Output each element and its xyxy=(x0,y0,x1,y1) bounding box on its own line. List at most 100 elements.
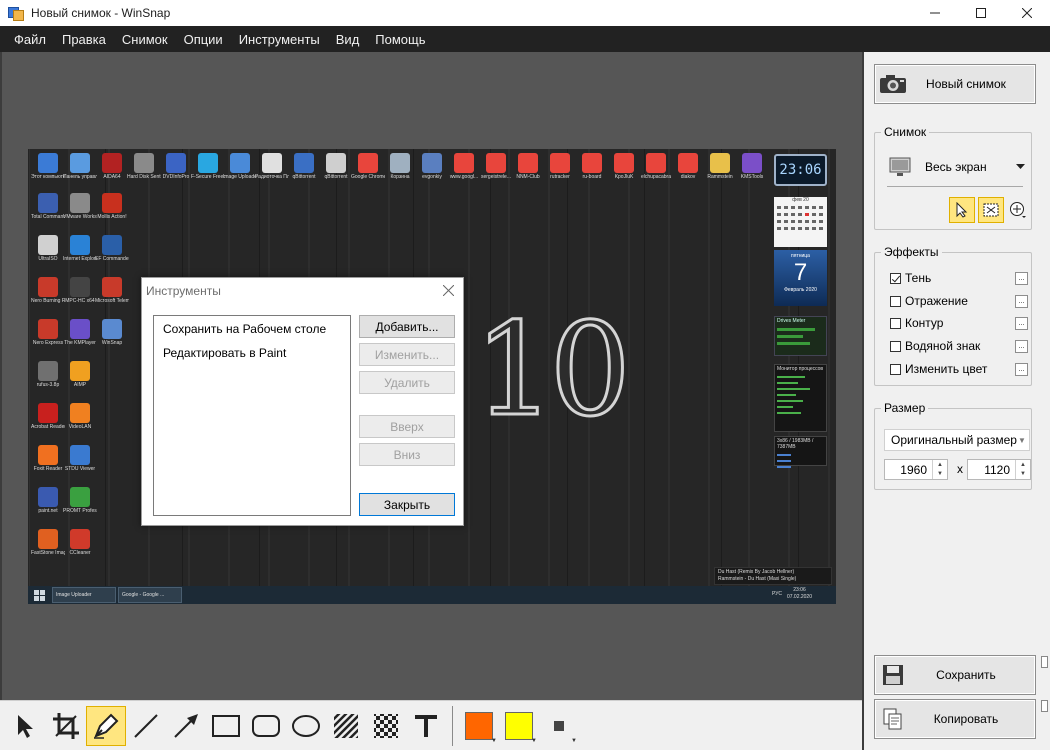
desktop-icon[interactable]: evgonkiy xyxy=(415,153,449,180)
move-up-button[interactable]: Вверх xyxy=(359,415,455,438)
desktop-icon[interactable]: Rammstein xyxy=(703,153,737,180)
menu-file[interactable]: Файл xyxy=(6,32,54,47)
desktop-icon[interactable]: UltraISO xyxy=(31,235,65,262)
close-window-button[interactable] xyxy=(1004,0,1050,26)
menu-options[interactable]: Опции xyxy=(176,32,231,47)
effect-watermark[interactable]: Водяной знак ... xyxy=(890,337,1028,355)
list-item[interactable]: Редактировать в Paint xyxy=(154,346,350,370)
effect-outline[interactable]: Контур ... xyxy=(890,314,1028,332)
menu-edit[interactable]: Правка xyxy=(54,32,114,47)
desktop-icon[interactable]: FastStone Image Viewer xyxy=(31,529,65,556)
desktop-icon[interactable]: Nero Burning ROM xyxy=(31,277,65,304)
desktop-icon[interactable]: DVDInfoPro xyxy=(159,153,193,180)
desktop-icon[interactable]: Foxit Reader xyxy=(31,445,65,472)
pen-tool[interactable] xyxy=(86,705,126,746)
desktop-icon[interactable]: Корзина xyxy=(383,153,417,180)
desktop-icon[interactable]: Радиоточка Плюс xyxy=(255,153,289,180)
desktop-icon[interactable]: Этот компьютер xyxy=(31,153,65,180)
desktop-icon[interactable]: WinSnap xyxy=(95,319,129,346)
rectangle-tool[interactable] xyxy=(206,706,246,746)
desktop-icon[interactable]: rufus-3.8p xyxy=(31,361,65,388)
add-tool-button[interactable]: Добавить... xyxy=(359,315,455,338)
desktop-icon[interactable]: elchupacabra xyxy=(639,153,673,180)
desktop-icon[interactable]: VideoLAN xyxy=(63,403,97,430)
effect-reflection[interactable]: Отражение ... xyxy=(890,292,1028,310)
desktop-icon[interactable]: qBittorrent xyxy=(287,153,321,180)
desktop-icon[interactable]: ru-board xyxy=(575,153,609,180)
height-spinner[interactable]: ▲ ▼ xyxy=(1015,460,1030,479)
desktop-icon[interactable]: Acrobat Reader DC xyxy=(31,403,65,430)
menu-tools[interactable]: Инструменты xyxy=(231,32,328,47)
desktop-icon[interactable]: VMware Workstatio... xyxy=(63,193,97,220)
watermark-checkbox[interactable] xyxy=(890,340,901,352)
desktop-icon[interactable]: F-Secure Freedo... xyxy=(191,153,225,180)
pixelate-tool[interactable] xyxy=(366,706,406,746)
desktop-icon[interactable]: NNM-Club xyxy=(511,153,545,180)
copy-options-handle[interactable] xyxy=(1041,700,1048,712)
pointer-mode-button[interactable] xyxy=(949,197,975,223)
change-color-checkbox[interactable] xyxy=(890,363,901,375)
desktop-icon[interactable]: KpoJluK xyxy=(607,153,641,180)
reflection-settings-button[interactable]: ... xyxy=(1015,295,1028,308)
desktop-icon[interactable]: Nero Express xyxy=(31,319,65,346)
start-button[interactable] xyxy=(28,586,50,604)
save-options-handle[interactable] xyxy=(1041,656,1048,668)
desktop-icon[interactable]: Microsoft Telemetry ... xyxy=(95,277,129,304)
desktop-icon[interactable]: paint.net xyxy=(31,487,65,514)
add-mode-button[interactable] xyxy=(1005,197,1031,223)
minimize-button[interactable] xyxy=(912,0,958,26)
shadow-settings-button[interactable]: ... xyxy=(1015,272,1028,285)
shadow-checkbox[interactable] xyxy=(890,272,901,284)
effect-change-color[interactable]: Изменить цвет ... xyxy=(890,360,1028,378)
watermark-settings-button[interactable]: ... xyxy=(1015,340,1028,353)
desktop-icon[interactable]: The KMPlayer xyxy=(63,319,97,346)
primary-color-button[interactable]: ▼ xyxy=(459,706,499,746)
change-color-settings-button[interactable]: ... xyxy=(1015,363,1028,376)
select-tool[interactable] xyxy=(6,706,46,746)
height-input[interactable]: 1120 ▲ ▼ xyxy=(967,459,1031,480)
desktop-icon[interactable]: Internet Explorer xyxy=(63,235,97,262)
desktop-icon[interactable]: MPC-HC x64 xyxy=(63,277,97,304)
menu-snapshot[interactable]: Снимок xyxy=(114,32,176,47)
desktop-icon[interactable]: Image Uploader xyxy=(223,153,257,180)
line-width-button[interactable]: ▼ xyxy=(539,706,579,746)
snapshot-mode-select[interactable]: Весь экран xyxy=(889,155,1025,179)
delete-tool-button[interactable]: Удалить xyxy=(359,371,455,394)
size-mode-select[interactable]: Оригинальный размер ▼ xyxy=(884,429,1030,451)
width-input[interactable]: 1960 ▲ ▼ xyxy=(884,459,948,480)
desktop-icon[interactable]: PROMT Professional xyxy=(63,487,97,514)
effect-shadow[interactable]: Тень ... xyxy=(890,269,1028,287)
ellipse-tool[interactable] xyxy=(286,706,326,746)
desktop-icon[interactable]: sergeistrele... xyxy=(479,153,513,180)
maximize-button[interactable] xyxy=(958,0,1004,26)
list-item[interactable]: Сохранить на Рабочем столе xyxy=(154,322,350,346)
desktop-icon[interactable]: Mollis Action! xyxy=(95,193,129,220)
rounded-rectangle-tool[interactable] xyxy=(246,706,286,746)
desktop-icon[interactable]: AIDA64 xyxy=(95,153,129,180)
region-mode-button[interactable] xyxy=(978,197,1004,223)
desktop-icon[interactable]: rutracker xyxy=(543,153,577,180)
desktop-icon[interactable]: www.googl... xyxy=(447,153,481,180)
reflection-checkbox[interactable] xyxy=(890,295,901,307)
text-tool[interactable] xyxy=(406,706,446,746)
desktop-icon[interactable]: diakov xyxy=(671,153,705,180)
desktop-icon[interactable]: Hard Disk Sentinel Pro xyxy=(127,153,161,180)
menu-help[interactable]: Помощь xyxy=(367,32,433,47)
crop-tool[interactable] xyxy=(46,706,86,746)
desktop-icon[interactable]: Google Chrome xyxy=(351,153,385,180)
secondary-color-button[interactable]: ▼ xyxy=(499,706,539,746)
move-down-button[interactable]: Вниз xyxy=(359,443,455,466)
outline-checkbox[interactable] xyxy=(890,317,901,329)
desktop-icon[interactable]: STDU Viewer xyxy=(63,445,97,472)
hatch-tool[interactable] xyxy=(326,706,366,746)
line-tool[interactable] xyxy=(126,706,166,746)
desktop-icon[interactable]: Панель управления xyxy=(63,153,97,180)
desktop-icon[interactable]: qBittorrent xyxy=(319,153,353,180)
close-dialog-button[interactable]: Закрыть xyxy=(359,493,455,516)
menu-view[interactable]: Вид xyxy=(328,32,368,47)
outline-settings-button[interactable]: ... xyxy=(1015,317,1028,330)
taskbar-item-image-uploader[interactable]: Image Uploader xyxy=(52,587,116,603)
tools-dialog-close-button[interactable] xyxy=(440,282,456,298)
edit-tool-button[interactable]: Изменить... xyxy=(359,343,455,366)
arrow-tool[interactable] xyxy=(166,706,206,746)
